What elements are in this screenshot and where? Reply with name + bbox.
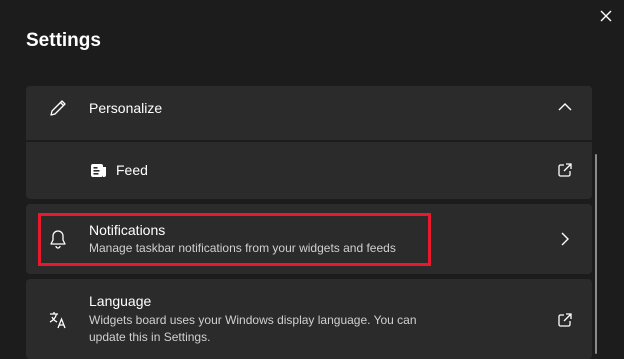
- bell-icon: [47, 228, 69, 250]
- page-title: Settings: [26, 30, 101, 51]
- personalize-label: Personalize: [89, 100, 163, 116]
- language-label: Language: [89, 293, 152, 309]
- pencil-icon: [47, 97, 69, 119]
- language-icon: [47, 309, 69, 331]
- feed-icon: [88, 159, 110, 181]
- personalize-header[interactable]: Personalize: [26, 86, 592, 140]
- notifications-label: Notifications: [89, 222, 166, 238]
- scrollbar[interactable]: [595, 154, 597, 354]
- notifications-description: Manage taskbar notifications from your w…: [89, 241, 396, 255]
- external-link-icon[interactable]: [556, 311, 574, 329]
- language-row[interactable]: Language Widgets board uses your Windows…: [26, 279, 592, 359]
- external-link-icon[interactable]: [556, 161, 574, 179]
- feed-label: Feed: [116, 162, 148, 178]
- language-description-line1: Widgets board uses your Windows display …: [89, 313, 417, 327]
- feed-row[interactable]: Feed: [26, 142, 592, 199]
- notifications-row[interactable]: Notifications Manage taskbar notificatio…: [26, 204, 592, 274]
- chevron-right-icon[interactable]: [556, 230, 574, 248]
- language-description-line2: update this in Settings.: [89, 330, 211, 344]
- close-icon: [600, 10, 612, 22]
- close-button[interactable]: [596, 6, 616, 26]
- chevron-up-icon[interactable]: [556, 98, 574, 116]
